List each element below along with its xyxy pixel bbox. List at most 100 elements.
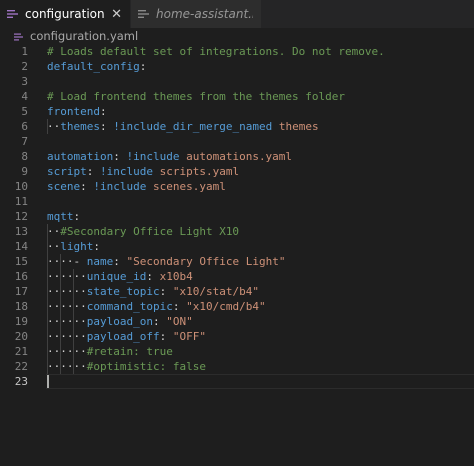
code-token: : (139, 60, 147, 73)
code-token: payload_off (86, 330, 160, 343)
code-token: ······ (47, 270, 87, 283)
code-line[interactable]: 6 ··themes: !include_dir_merge_named them… (0, 119, 474, 134)
code-text: ······payload_off: "OFF" (47, 329, 206, 344)
code-token: scripts.yaml (152, 165, 240, 178)
code-line[interactable]: 23 (0, 374, 474, 389)
line-number: 7 (21, 135, 28, 148)
code-token: automation (47, 150, 114, 163)
code-token: name (86, 255, 114, 268)
code-line[interactable]: 10 scene: !include scenes.yaml (0, 179, 474, 194)
close-icon[interactable]: ✕ (111, 7, 122, 22)
code-token: : (93, 240, 100, 253)
line-number: 14 (14, 240, 28, 253)
tab-home-assistant-log[interactable]: home-assistant.log (130, 0, 261, 28)
line-number: 18 (14, 300, 28, 313)
code-line[interactable]: 18 ······command_topic: "x10/cmd/b4" (0, 299, 474, 314)
code-token: : (113, 150, 127, 163)
code-token: !include_dir_merge_named (113, 120, 273, 133)
code-token: "OFF" (172, 330, 206, 343)
code-token: #retain: true (86, 345, 173, 358)
code-token: : (100, 120, 114, 133)
code-token: !include (93, 180, 147, 193)
code-token: ······ (47, 360, 87, 373)
line-number: 11 (14, 195, 28, 208)
code-line[interactable]: 20 ······payload_off: "OFF" (0, 329, 474, 344)
line-number: 19 (14, 315, 28, 328)
line-number: 3 (21, 75, 28, 88)
line-number: 9 (21, 165, 28, 178)
code-token: unique_id (86, 270, 147, 283)
code-text: ······#retain: true (47, 344, 173, 359)
code-line[interactable]: 2 default_config: (0, 59, 474, 74)
line-number: 10 (14, 180, 28, 193)
code-line[interactable]: 8 automation: !include automations.yaml (0, 149, 474, 164)
code-text: ····- name: "Secondary Office Light" (47, 254, 285, 269)
code-token: ······ (47, 345, 87, 358)
file-lines-icon (137, 8, 151, 20)
code-line[interactable]: 12 mqtt: (0, 209, 474, 224)
code-token: # Load frontend themes from the themes f… (47, 90, 346, 103)
code-token: : (172, 300, 187, 313)
code-token: script (47, 165, 87, 178)
code-line[interactable]: 4 # Load frontend themes from the themes … (0, 89, 474, 104)
code-text: # Load frontend themes from the themes f… (47, 89, 345, 104)
code-token: - (73, 255, 87, 268)
code-text: frontend: (47, 104, 107, 119)
code-token: #optimistic: false (86, 360, 206, 373)
code-line[interactable]: 13 ··#Secondary Office Light X10 (0, 224, 474, 239)
code-line[interactable]: 22 ······#optimistic: false (0, 359, 474, 374)
code-line[interactable]: 17 ······state_topic: "x10/stat/b4" (0, 284, 474, 299)
code-text: ··themes: !include_dir_merge_named theme… (47, 119, 319, 134)
line-number: 1 (21, 45, 28, 58)
code-text: ··#Secondary Office Light X10 (47, 224, 239, 239)
code-token: themes (60, 120, 100, 133)
code-token: themes (272, 120, 319, 133)
file-lines-icon (6, 8, 20, 20)
code-line[interactable]: 7 (0, 134, 474, 149)
code-token: : (73, 210, 81, 223)
code-token: command_topic (86, 300, 173, 313)
line-number: 5 (21, 105, 28, 118)
tab-configuration-yaml[interactable]: configuration.yaml ✕ (0, 0, 130, 28)
code-token: ······ (47, 300, 87, 313)
code-token: ······ (47, 315, 87, 328)
code-token: light (60, 240, 94, 253)
code-token: payload_on (86, 315, 153, 328)
code-line[interactable]: 11 (0, 194, 474, 209)
code-token: frontend (47, 105, 100, 118)
code-line[interactable]: 3 (0, 74, 474, 89)
code-line[interactable]: 16 ······unique_id: x10b4 (0, 269, 474, 284)
code-line[interactable]: 5 frontend: (0, 104, 474, 119)
code-token: : (113, 255, 127, 268)
code-token: : (146, 270, 160, 283)
code-token: !include (126, 150, 180, 163)
line-number: 6 (21, 120, 28, 133)
code-token: state_topic (86, 285, 160, 298)
line-number: 4 (21, 90, 28, 103)
code-line[interactable]: 9 script: !include scripts.yaml (0, 164, 474, 179)
code-token: ·· (47, 120, 61, 133)
breadcrumb[interactable]: configuration.yaml (0, 28, 474, 44)
line-number: 23 (14, 375, 28, 388)
line-number: 17 (14, 285, 28, 298)
code-text: ··light: (47, 239, 100, 254)
code-line[interactable]: 15 ····- name: "Secondary Office Light" (0, 254, 474, 269)
code-token: : (152, 315, 167, 328)
tab-bar: configuration.yaml ✕ home-assistant.log (0, 0, 474, 28)
line-number: 13 (14, 225, 28, 238)
code-text: script: !include scripts.yaml (47, 164, 239, 179)
code-token: # Loads default set of integrations. Do … (47, 45, 385, 58)
code-line[interactable]: 21 ······#retain: true (0, 344, 474, 359)
code-token: ···· (47, 255, 74, 268)
line-number: 20 (14, 330, 28, 343)
code-token: ·· (47, 240, 61, 253)
code-token: ·· (47, 225, 61, 238)
code-token: ······ (47, 285, 87, 298)
code-editor[interactable]: 1 # Loads default set of integrations. Do… (0, 44, 474, 466)
code-line[interactable]: 1 # Loads default set of integrations. Do… (0, 44, 474, 59)
line-number: 21 (14, 345, 28, 358)
code-line[interactable]: 19 ······payload_on: "ON" (0, 314, 474, 329)
code-token: "x10/stat/b4" (172, 285, 259, 298)
code-line[interactable]: 14 ··light: (0, 239, 474, 254)
code-text: mqtt: (47, 209, 80, 224)
